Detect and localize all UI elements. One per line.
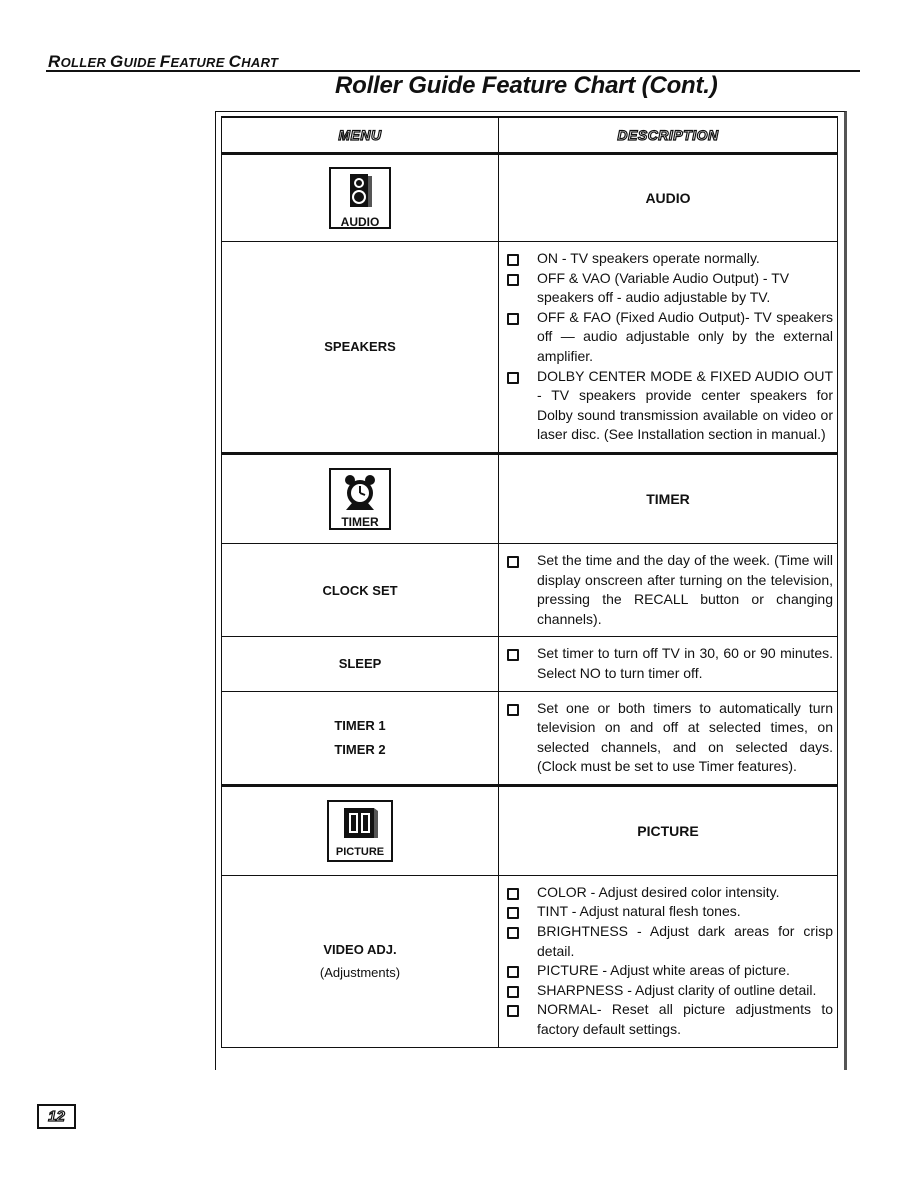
description-cell: Set one or both timers to automatically … (498, 690, 838, 787)
item-text: Set the time and the day of the week. (T… (537, 551, 833, 627)
menu-item: VIDEO ADJ. (Adjustments) (221, 874, 499, 1048)
table-row: SLEEP Set timer to turn off TV in 30, 60… (221, 636, 838, 692)
menu-item-line: TIMER 1 (334, 718, 386, 734)
section-row-audio: AUDIO AUDIO (221, 153, 838, 242)
alarm-clock-icon: TIMER (329, 467, 391, 530)
bullet-list: Set the time and the day of the week. (T… (499, 544, 837, 636)
cap: C (228, 52, 242, 71)
item-text: BRIGHTNESS - Adjust dark areas for crisp… (537, 923, 833, 959)
list-item: COLOR - Adjust desired color intensity. (499, 883, 833, 903)
picture-icon-cell: PICTURE (221, 784, 499, 876)
speaker-icon: AUDIO (329, 167, 391, 229)
item-text: NORMAL- Reset all picture adjustments to… (537, 1001, 833, 1038)
hdr-w4: HART (241, 55, 279, 70)
checkbox-bullet-icon (507, 703, 519, 716)
list-item: OFF & FAO (Fixed Audio Output)- TV speak… (499, 308, 833, 367)
list-item: OFF & VAO (Variable Audio Output) - TV s… (499, 269, 833, 308)
list-item: Set the time and the day of the week. (T… (499, 551, 833, 629)
description-cell: ON - TV speakers operate normally. OFF &… (498, 241, 838, 455)
bullet-list: COLOR - Adjust desired color intensity. … (499, 876, 837, 1047)
menu-item-sub: (Adjustments) (319, 965, 401, 981)
checkbox-bullet-icon (507, 371, 519, 384)
menu-item: SLEEP (221, 636, 499, 692)
checkbox-bullet-icon (507, 254, 519, 266)
list-item: TINT - Adjust natural flesh tones. (499, 902, 833, 922)
hdr-w2: UIDE (123, 55, 160, 70)
item-text: OFF & VAO (Variable Audio Output) - TV s… (537, 269, 790, 306)
hdr-w1: OLLER (60, 55, 111, 70)
description-cell: Set the time and the day of the week. (T… (498, 542, 838, 638)
table-row: CLOCK SET Set the time and the day of th… (221, 542, 838, 638)
bullet-list: Set one or both timers to automatically … (499, 692, 837, 784)
page-title: Roller Guide Feature Chart (Cont.) (335, 72, 718, 99)
checkbox-bullet-icon (507, 887, 519, 900)
section-row-picture: PICTURE PICTURE (221, 784, 838, 876)
checkbox-bullet-icon (507, 273, 519, 286)
icon-label: TIMER (341, 514, 379, 529)
checkbox-bullet-icon (507, 907, 519, 920)
item-text: Set one or both timers to automatically … (537, 699, 833, 775)
hdr-w3: EATURE (170, 55, 229, 70)
list-item: DOLBY CENTER MODE & FIXED AUDIO OUT - TV… (499, 367, 833, 445)
list-item: PICTURE - Adjust white areas of picture. (499, 961, 833, 981)
item-text: PICTURE - Adjust white areas of picture. (537, 962, 790, 979)
cap: F (159, 52, 171, 71)
list-item: Set one or both timers to automatically … (499, 699, 833, 777)
item-text: DOLBY CENTER MODE & FIXED AUDIO OUT - TV… (537, 367, 833, 443)
picture-tv-icon: PICTURE (327, 799, 393, 862)
description-cell: Set timer to turn off TV in 30, 60 or 90… (498, 636, 838, 692)
menu-header: Menu (221, 116, 499, 155)
cap: R (48, 52, 61, 71)
item-text: Set timer to turn off TV in 30, 60 or 90… (537, 645, 833, 681)
description-header: Description (498, 116, 838, 155)
bullet-list: ON - TV speakers operate normally. OFF &… (499, 242, 837, 452)
feature-table: Menu Description AUDIO AUDIO SPEAKERS ON… (221, 116, 838, 1048)
description-header-label: Description (617, 126, 719, 143)
menu-item-line: VIDEO ADJ. (323, 942, 397, 958)
checkbox-bullet-icon (507, 649, 519, 662)
list-item: NORMAL- Reset all picture adjustments to… (499, 1000, 833, 1039)
menu-item: TIMER 1 TIMER 2 (221, 690, 499, 787)
table-row: VIDEO ADJ. (Adjustments) COLOR - Adjust … (221, 874, 838, 1048)
icon-label: PICTURE (335, 845, 385, 858)
section-row-timer: TIMER TIMER (221, 452, 838, 544)
section-title: TIMER (498, 452, 838, 544)
item-text: ON - TV speakers operate normally. (537, 250, 760, 266)
list-item: SHARPNESS - Adjust clarity of outline de… (499, 981, 833, 1001)
checkbox-bullet-icon (507, 555, 519, 568)
bullet-list: Set timer to turn off TV in 30, 60 or 90… (499, 637, 837, 690)
table-header-row: Menu Description (221, 116, 838, 155)
menu-header-label: Menu (338, 126, 382, 143)
audio-icon-cell: AUDIO (221, 153, 499, 242)
page-number: 12 (37, 1104, 76, 1129)
section-title: AUDIO (498, 153, 838, 242)
checkbox-bullet-icon (507, 985, 519, 998)
section-header: ROLLER GUIDE FEATURE CHART (48, 52, 278, 72)
checkbox-bullet-icon (507, 966, 519, 979)
checkbox-bullet-icon (507, 312, 519, 325)
description-cell: COLOR - Adjust desired color intensity. … (498, 874, 838, 1048)
menu-item-line: TIMER 2 (334, 742, 386, 758)
list-item: BRIGHTNESS - Adjust dark areas for crisp… (499, 922, 833, 961)
item-text: SHARPNESS - Adjust clarity of outline de… (537, 981, 817, 998)
menu-item: SPEAKERS (221, 241, 499, 455)
item-text: OFF & FAO (Fixed Audio Output)- TV speak… (537, 308, 833, 364)
cap: G (110, 52, 124, 71)
menu-item: CLOCK SET (221, 542, 499, 638)
table-row: TIMER 1 TIMER 2 Set one or both timers t… (221, 690, 838, 787)
list-item: Set timer to turn off TV in 30, 60 or 90… (499, 644, 833, 683)
timer-icon-cell: TIMER (221, 452, 499, 544)
checkbox-bullet-icon (507, 927, 519, 940)
item-text: COLOR - Adjust desired color intensity. (537, 883, 780, 900)
item-text: TINT - Adjust natural flesh tones. (537, 903, 741, 920)
checkbox-bullet-icon (507, 1005, 519, 1018)
list-item: ON - TV speakers operate normally. (499, 249, 833, 269)
icon-label: AUDIO (340, 215, 380, 229)
table-row: SPEAKERS ON - TV speakers operate normal… (221, 241, 838, 455)
section-title: PICTURE (498, 784, 838, 876)
